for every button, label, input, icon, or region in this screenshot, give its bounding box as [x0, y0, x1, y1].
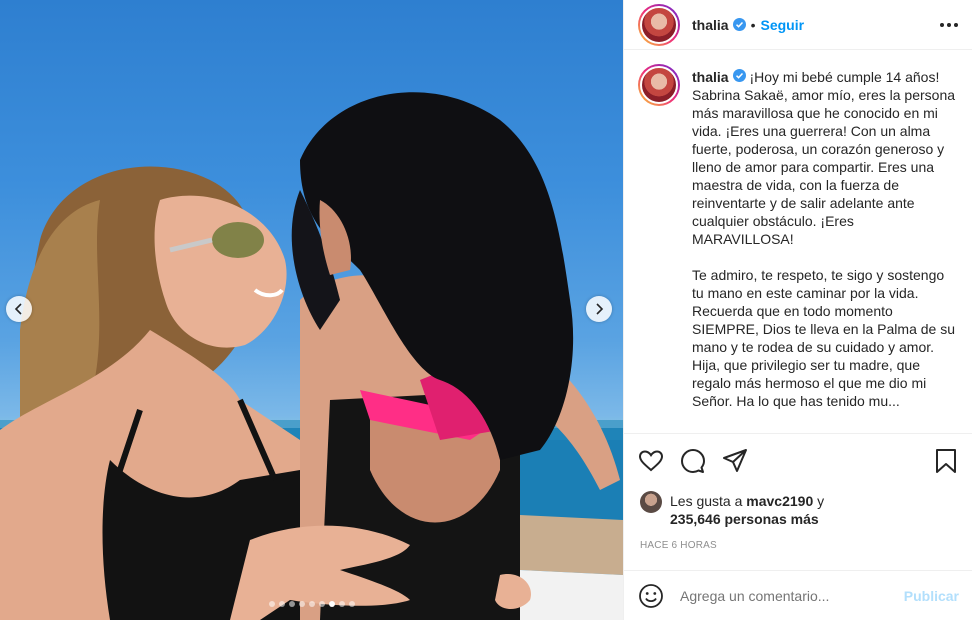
likes-count[interactable]: 235,646 personas más	[670, 511, 819, 527]
liker-username[interactable]: mavc2190	[746, 493, 813, 509]
carousel-dot	[338, 601, 345, 607]
more-icon[interactable]	[940, 22, 958, 27]
emoji-icon[interactable]	[638, 583, 664, 609]
caption-avatar[interactable]	[638, 64, 680, 106]
heart-icon[interactable]	[638, 448, 664, 474]
carousel-indicator	[0, 601, 623, 607]
likes-prefix: Les gusta a	[670, 493, 747, 509]
follow-button[interactable]: Seguir	[760, 17, 804, 33]
carousel-next-button[interactable]	[586, 296, 612, 322]
post-header: thalia • Seguir	[624, 0, 972, 50]
liker-avatar[interactable]	[640, 491, 662, 513]
post-side-panel: thalia • Seguir thalia ¡Hoy mi bebé cump…	[623, 0, 972, 620]
carousel-dot	[308, 601, 315, 607]
caption: thalia ¡Hoy mi bebé cumple 14 años! Sabr…	[692, 68, 958, 433]
comment-input[interactable]	[680, 587, 904, 604]
post-photo[interactable]	[0, 0, 623, 620]
comment-bar: Publicar	[624, 570, 972, 620]
chevron-left-icon	[14, 303, 22, 315]
caption-body: Sabrina Sakaë, amor mío, eres la persona…	[692, 87, 956, 409]
carousel-dot	[288, 601, 295, 607]
caption-username[interactable]: thalia	[692, 69, 729, 85]
comment-icon[interactable]	[680, 448, 706, 474]
avatar[interactable]	[638, 3, 680, 46]
username-link[interactable]: thalia	[692, 17, 729, 33]
post-timestamp[interactable]: HACE 6 HORAS	[640, 540, 717, 551]
photo-scene	[0, 92, 623, 620]
chevron-right-icon	[596, 303, 604, 315]
carousel-dot	[328, 601, 335, 607]
carousel-dot	[268, 601, 275, 607]
carousel-dot	[298, 601, 305, 607]
caption-first-line: ¡Hoy mi bebé cumple 14 años!	[749, 69, 940, 85]
share-icon[interactable]	[722, 448, 748, 474]
header-separator: •	[750, 16, 756, 33]
publish-button[interactable]: Publicar	[904, 588, 959, 604]
carousel-dot	[318, 601, 325, 607]
verified-icon	[732, 69, 746, 82]
likes-conj: y	[813, 493, 825, 509]
verified-icon	[732, 18, 746, 31]
carousel-prev-button[interactable]	[6, 296, 32, 322]
caption-area: thalia ¡Hoy mi bebé cumple 14 años! Sabr…	[624, 50, 972, 433]
carousel-dot	[348, 601, 355, 607]
likes-summary: Les gusta a mavc2190 y 235,646 personas …	[640, 491, 825, 528]
action-bar	[624, 433, 972, 474]
bookmark-icon[interactable]	[933, 448, 959, 474]
carousel-dot	[278, 601, 285, 607]
